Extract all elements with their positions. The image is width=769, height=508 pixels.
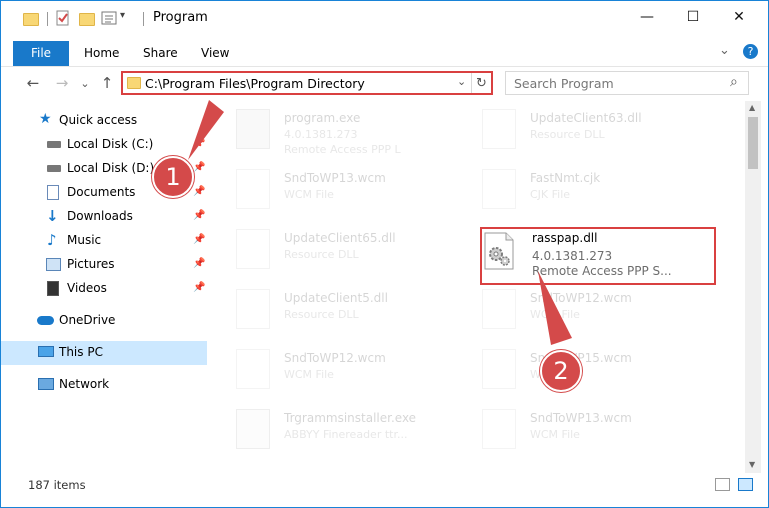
callout-arrow-1 [188,100,224,160]
callout-arrows [188,100,572,345]
callout-badge-2: 2 [540,350,582,392]
callout-arrow-2 [538,271,572,345]
callout-badge-1: 1 [152,156,194,198]
